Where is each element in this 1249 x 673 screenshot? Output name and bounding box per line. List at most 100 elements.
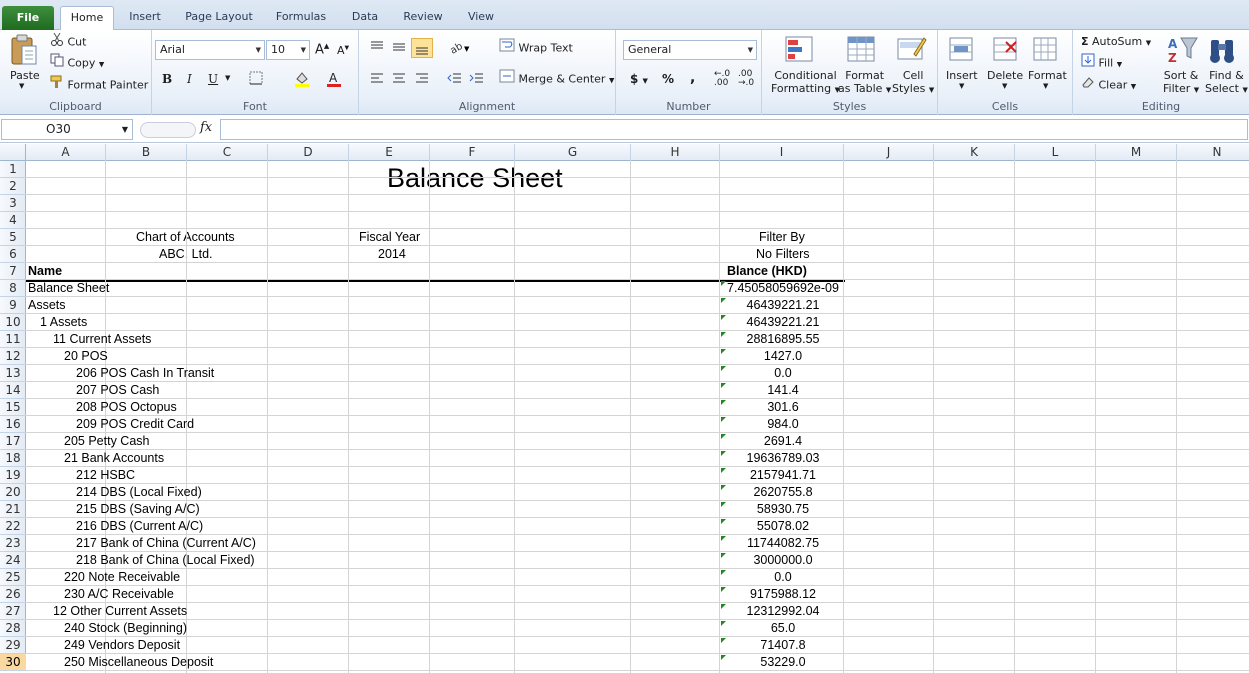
account-balance[interactable]: 53229.0 [720, 654, 846, 671]
row-header-28[interactable]: 28 [0, 620, 26, 637]
tab-data[interactable]: Data [342, 6, 388, 30]
italic-button[interactable]: I [187, 72, 192, 86]
account-balance[interactable]: 2691.4 [720, 433, 846, 450]
copy-button[interactable]: Copy ▼ [50, 53, 104, 73]
insert-function-icon[interactable]: fx [200, 120, 212, 135]
account-name[interactable]: 250 Miscellaneous Deposit [64, 654, 213, 671]
sort-filter-button[interactable]: Sort & Filter ▼ [1163, 69, 1199, 97]
row-header-2[interactable]: 2 [0, 178, 26, 195]
merge-dropdown-icon[interactable]: ▼ [609, 77, 614, 85]
account-balance[interactable]: 28816895.55 [720, 331, 846, 348]
account-balance[interactable]: 0.0 [720, 365, 846, 382]
account-balance[interactable]: 71407.8 [720, 637, 846, 654]
align-bottom-icon[interactable] [411, 38, 433, 58]
format-as-table-button[interactable]: Format as Table ▼ [838, 69, 891, 97]
account-balance[interactable]: 2157941.71 [720, 467, 846, 484]
row-header-13[interactable]: 13 [0, 365, 26, 382]
shrink-font-icon[interactable]: A▼ [337, 44, 349, 57]
fill-button[interactable]: Fill ▼ [1081, 53, 1122, 73]
account-name[interactable]: 217 Bank of China (Current A/C) [76, 535, 256, 552]
row-header-29[interactable]: 29 [0, 637, 26, 654]
account-name[interactable]: 215 DBS (Saving A/C) [76, 501, 200, 518]
column-header-e[interactable]: E [349, 144, 430, 161]
row-header-3[interactable]: 3 [0, 195, 26, 212]
row-header-10[interactable]: 10 [0, 314, 26, 331]
account-balance[interactable]: 19636789.03 [720, 450, 846, 467]
number-format-dropdown[interactable]: General ▼ [623, 40, 757, 60]
account-name[interactable]: 12 Other Current Assets [53, 603, 187, 620]
cell-grid[interactable]: Balance Sheet Chart of Accounts ABC. Ltd… [26, 161, 1249, 673]
font-size-dropdown[interactable]: 10 ▼ [266, 40, 310, 60]
tab-view[interactable]: View [458, 6, 504, 30]
column-header-a[interactable]: A [26, 144, 106, 161]
account-name[interactable]: 249 Vendors Deposit [64, 637, 180, 654]
row-header-25[interactable]: 25 [0, 569, 26, 586]
decrease-decimal-icon[interactable]: .00 →.0 [738, 70, 754, 88]
account-balance[interactable]: 301.6 [720, 399, 846, 416]
format-dropdown-icon[interactable]: ▼ [1043, 82, 1048, 90]
row-header-23[interactable]: 23 [0, 535, 26, 552]
format-as-table-icon[interactable] [846, 34, 878, 66]
name-box[interactable]: O30 ▼ [1, 119, 133, 140]
account-name[interactable]: 209 POS Credit Card [76, 416, 194, 433]
format-cells-icon[interactable] [1030, 34, 1062, 66]
account-balance[interactable]: 9175988.12 [720, 586, 846, 603]
formula-input[interactable] [220, 119, 1248, 140]
copy-dropdown-icon[interactable]: ▼ [99, 61, 104, 69]
wrap-text-button[interactable]: Wrap Text [499, 38, 573, 58]
account-name[interactable]: 216 DBS (Current A/C) [76, 518, 203, 535]
insert-dropdown-icon[interactable]: ▼ [959, 82, 964, 90]
paste-dropdown-icon[interactable]: ▼ [19, 82, 24, 90]
account-name[interactable]: 1 Assets [40, 314, 87, 331]
account-balance[interactable]: 984.0 [720, 416, 846, 433]
row-header-17[interactable]: 17 [0, 433, 26, 450]
row-header-20[interactable]: 20 [0, 484, 26, 501]
column-header-b[interactable]: B [106, 144, 187, 161]
row-header-4[interactable]: 4 [0, 212, 26, 229]
merge-center-button[interactable]: Merge & Center ▼ [499, 69, 614, 89]
row-header-22[interactable]: 22 [0, 518, 26, 535]
account-balance[interactable]: 55078.02 [720, 518, 846, 535]
conditional-formatting-button[interactable]: Conditional Formatting ▼ [771, 69, 840, 97]
account-name[interactable]: 20 POS [64, 348, 108, 365]
row-header-1[interactable]: 1 [0, 161, 26, 178]
paste-button[interactable]: Paste [10, 69, 40, 82]
align-left-icon[interactable] [369, 72, 385, 89]
row-header-6[interactable]: 6 [0, 246, 26, 263]
tab-home[interactable]: Home [60, 6, 114, 31]
formula-bar-resize-handle[interactable] [140, 122, 196, 138]
account-name[interactable]: 206 POS Cash In Transit [76, 365, 214, 382]
account-name[interactable]: Assets [28, 297, 66, 314]
clear-button[interactable]: Clear ▼ [1081, 75, 1136, 95]
column-header-n[interactable]: N [1177, 144, 1249, 161]
underline-button[interactable]: U [208, 72, 218, 86]
column-header-f[interactable]: F [430, 144, 515, 161]
tab-formulas[interactable]: Formulas [270, 6, 332, 30]
account-name[interactable]: 212 HSBC [76, 467, 135, 484]
account-balance[interactable]: 46439221.21 [720, 314, 846, 331]
account-name[interactable]: 11 Current Assets [53, 331, 151, 348]
format-button[interactable]: Format [1028, 69, 1067, 82]
account-name[interactable]: 240 Stock (Beginning) [64, 620, 187, 637]
align-middle-icon[interactable] [391, 40, 407, 57]
binoculars-icon[interactable] [1207, 34, 1239, 66]
paste-icon[interactable] [8, 34, 40, 66]
row-header-15[interactable]: 15 [0, 399, 26, 416]
find-select-button[interactable]: Find & Select ▼ [1205, 69, 1248, 97]
autosum-button[interactable]: Σ AutoSum ▼ [1081, 32, 1151, 52]
conditional-formatting-icon[interactable] [784, 34, 816, 66]
account-name[interactable]: 214 DBS (Local Fixed) [76, 484, 202, 501]
row-header-24[interactable]: 24 [0, 552, 26, 569]
account-balance[interactable]: 141.4 [720, 382, 846, 399]
cell-styles-icon[interactable] [896, 34, 928, 66]
column-header-g[interactable]: G [515, 144, 631, 161]
account-balance[interactable]: 3000000.0 [720, 552, 846, 569]
row-header-30[interactable]: 30 [0, 654, 26, 671]
grow-font-icon[interactable]: A▲ [315, 42, 329, 57]
delete-button[interactable]: Delete [987, 69, 1023, 82]
row-header-19[interactable]: 19 [0, 467, 26, 484]
fill-color-icon[interactable] [294, 70, 310, 91]
currency-button[interactable]: $ ▼ [630, 72, 648, 86]
align-right-icon[interactable] [414, 72, 430, 89]
column-header-h[interactable]: H [631, 144, 720, 161]
